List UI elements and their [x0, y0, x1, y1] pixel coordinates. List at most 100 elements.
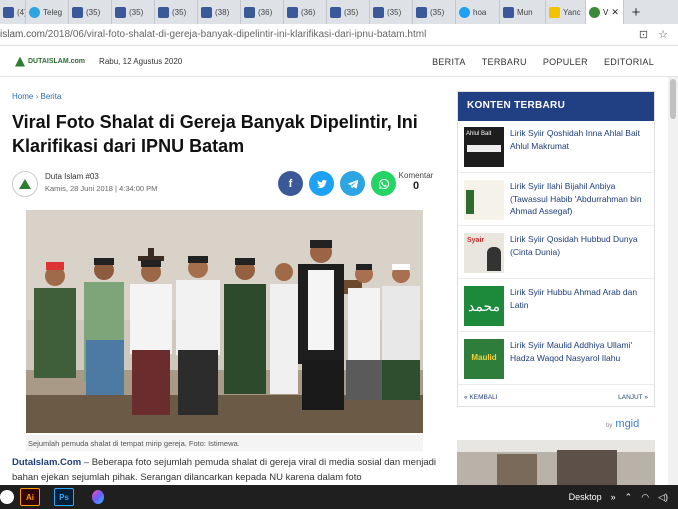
logo-mark-icon — [15, 56, 25, 67]
page-scrollbar[interactable] — [668, 77, 678, 485]
facebook-icon — [3, 6, 14, 18]
tab-label: Mun — [517, 7, 533, 17]
facebook-icon — [373, 6, 384, 18]
next-button[interactable]: LANJUT » — [618, 394, 648, 401]
sidebar-thumbnail: Syair — [464, 233, 504, 273]
sidebar-item-title[interactable]: Lirik Syiir Maulid Addhiya Ullami' Hadza… — [510, 339, 650, 364]
comments-number: 0 — [412, 180, 420, 192]
tab-label: Yanc — [563, 7, 581, 17]
browser-tab[interactable]: V ✕ — [586, 0, 624, 24]
tray-chevron-icon[interactable]: ⌃ — [625, 492, 633, 503]
comment-count[interactable]: Komentar 0 — [398, 171, 434, 192]
sidebar-item-title[interactable]: Lirik Syiir Hubbu Ahmad Arab dan Latin — [510, 286, 650, 311]
browser-tab[interactable]: (35) — [413, 0, 456, 24]
browser-tab[interactable]: (38) — [198, 0, 241, 24]
sidebar-item-title[interactable]: Lirik Syiir Qosidah Hubbud Dunya (Cinta … — [510, 233, 650, 258]
sidebar-item-title[interactable]: Lirik Syiir Ilahi Bijahil Anbiya (Tawass… — [510, 180, 650, 218]
desktop-toolbar[interactable]: Desktop — [569, 492, 602, 502]
photo-caption: Sejumlah pemuda shalat di tempat mirip g… — [26, 435, 423, 451]
sidebar-thumbnail — [464, 180, 504, 220]
browser-tab[interactable]: Teleg — [26, 0, 69, 24]
browser-tab[interactable]: (35) — [69, 0, 112, 24]
sidebar-heading: KONTEN TERBARU — [458, 92, 654, 121]
header-date: Rabu, 12 Agustus 2020 — [99, 57, 183, 66]
browser-tab[interactable]: (35) — [327, 0, 370, 24]
comments-label: Komentar — [398, 171, 434, 180]
translate-icon[interactable]: ⊡ — [639, 28, 648, 41]
twitter-icon — [316, 179, 327, 188]
scrollbar-thumb[interactable] — [670, 79, 676, 119]
tab-label: hoa — [473, 7, 487, 17]
nav-editorial[interactable]: EDITORIAL — [604, 57, 654, 67]
sidebar-item[interactable]: Ahlul Bait Lirik Syiir Qoshidah Inna Ahl… — [458, 121, 654, 173]
facebook-icon — [201, 6, 212, 18]
telegram-icon — [347, 179, 358, 189]
sidebar-item[interactable]: Maulid Lirik Syiir Maulid Addhiya Ullami… — [458, 333, 654, 385]
illustrator-icon[interactable]: Ai — [20, 488, 40, 506]
ad-image[interactable] — [457, 440, 655, 485]
site-logo[interactable]: DUTAISLAM.com — [15, 56, 86, 67]
dutaislam-icon — [589, 6, 600, 18]
address-bar[interactable]: islam.com/2018/06/viral-foto-shalat-di-g… — [0, 24, 678, 46]
browser-tab[interactable]: (36) — [241, 0, 284, 24]
browser-tab[interactable]: (35) — [155, 0, 198, 24]
tab-label: (35) — [430, 7, 445, 17]
browser-tab[interactable]: Mun — [500, 0, 546, 24]
close-tab-icon[interactable]: ✕ — [611, 7, 619, 18]
breadcrumb-home[interactable]: Home — [12, 92, 33, 101]
author-avatar[interactable] — [12, 171, 38, 197]
browser-tab[interactable]: (35) — [112, 0, 155, 24]
url-text[interactable]: islam.com/2018/06/viral-foto-shalat-di-g… — [0, 29, 639, 40]
wifi-icon[interactable]: ◠ — [641, 492, 649, 503]
flag-icon — [549, 6, 560, 18]
prev-button[interactable]: « KEMBALI — [464, 394, 498, 401]
tab-label: (35) — [86, 7, 101, 17]
mgid-ad-label[interactable]: by mgid — [606, 418, 639, 430]
share-whatsapp-button[interactable] — [371, 171, 396, 196]
overflow-icon[interactable]: » — [611, 492, 616, 502]
tab-label: (38) — [215, 7, 230, 17]
tab-label: Teleg — [43, 7, 63, 17]
browser-tab[interactable]: Yanc — [546, 0, 586, 24]
facebook-icon — [115, 6, 126, 18]
chrome-icon[interactable] — [0, 490, 14, 504]
author-name[interactable]: Duta Islam #03 — [45, 172, 99, 181]
facebook-icon — [244, 6, 255, 18]
windows-taskbar: Ai Ps Desktop » ⌃ ◠ ◁) — [0, 485, 678, 509]
nav-populer[interactable]: POPULER — [543, 57, 588, 67]
telegram-icon — [29, 6, 40, 18]
nav-terbaru[interactable]: TERBARU — [482, 57, 527, 67]
sidebar-item[interactable]: محمد Lirik Syiir Hubbu Ahmad Arab dan La… — [458, 280, 654, 332]
article-body: DutaIslam.Com – Beberapa foto sejumlah p… — [12, 455, 442, 485]
browser-tab[interactable]: (35) — [370, 0, 413, 24]
photoshop-icon[interactable]: Ps — [54, 488, 74, 506]
share-facebook-button[interactable]: f — [278, 171, 303, 196]
new-tab-button[interactable]: + — [624, 0, 648, 24]
volume-icon[interactable]: ◁) — [658, 492, 668, 503]
share-twitter-button[interactable] — [309, 171, 334, 196]
browser-tab[interactable]: (4) H — [0, 0, 26, 24]
dutaislam-logo-icon — [19, 179, 31, 189]
share-buttons: f — [278, 171, 396, 196]
tab-strip: (4) H Teleg (35) (35) (35) (38) (36) (36) (35) (3… — [0, 0, 678, 24]
bookmark-star-icon[interactable]: ☆ — [658, 28, 668, 41]
browser-tab[interactable]: hoa — [456, 0, 500, 24]
sidebar-item[interactable]: Lirik Syiir Ilahi Bijahil Anbiya (Tawass… — [458, 174, 654, 226]
sidebar-latest: KONTEN TERBARU Ahlul Bait Lirik Syiir Qo… — [457, 91, 655, 407]
breadcrumb-berita[interactable]: Berita — [40, 92, 61, 101]
browser-tab[interactable]: (36) — [284, 0, 327, 24]
site-header: DUTAISLAM.com Rabu, 12 Agustus 2020 BERI… — [0, 47, 678, 77]
sidebar-item-title[interactable]: Lirik Syiir Qoshidah Inna Ahlal Bait Ahl… — [510, 127, 650, 152]
tab-label: (35) — [387, 7, 402, 17]
nav-berita[interactable]: BERITA — [432, 57, 466, 67]
tab-label: (35) — [344, 7, 359, 17]
share-telegram-button[interactable] — [340, 171, 365, 196]
sidebar-item[interactable]: Syair Lirik Syiir Qosidah Hubbud Dunya (… — [458, 227, 654, 279]
article-title: Viral Foto Shalat di Gereja Banyak Dipel… — [12, 112, 418, 156]
sidebar-thumbnail: محمد — [464, 286, 504, 326]
article-photo — [26, 210, 423, 433]
logo-text: DUTAISLAM.com — [28, 58, 86, 65]
paint-icon[interactable] — [88, 488, 108, 506]
sidebar-thumbnail: Ahlul Bait — [464, 127, 504, 167]
ad-brand-text: mgid — [615, 418, 640, 430]
